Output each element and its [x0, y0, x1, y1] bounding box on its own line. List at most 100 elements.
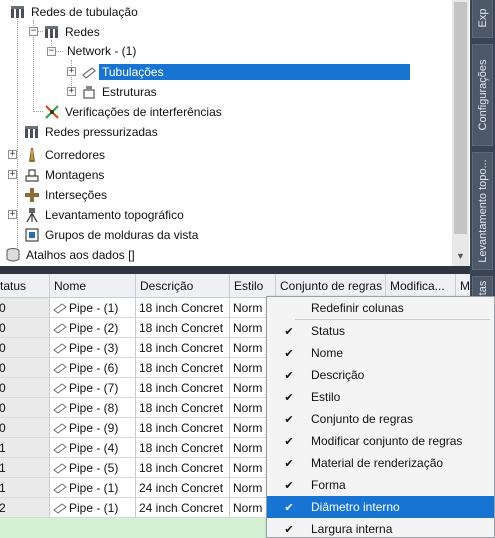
- menu-item-1[interactable]: ✔ Status: [267, 320, 494, 342]
- tree-vertical-scrollbar[interactable]: ▼: [452, 0, 469, 266]
- cell-text: 0: [0, 381, 6, 395]
- menu-item-8[interactable]: ✔ Forma: [267, 474, 494, 496]
- tree-item-pressure-networks[interactable]: Redes pressurizadas: [24, 122, 161, 142]
- tree-item-structures[interactable]: Estruturas: [81, 82, 160, 102]
- cell-status[interactable]: 0: [0, 298, 50, 318]
- col-header-ruleset[interactable]: Conjunto de regras: [276, 274, 386, 298]
- menu-item-0[interactable]: Redefinir colunas: [267, 297, 494, 319]
- cell-text: 18 inch Concret: [139, 400, 224, 415]
- col-header-description[interactable]: Descrição: [136, 274, 230, 298]
- menu-item-10[interactable]: ✔ Largura interna: [267, 518, 494, 538]
- cell-description[interactable]: 24 inch Concret: [136, 478, 230, 498]
- scrollbar-thumb[interactable]: [454, 2, 467, 234]
- col-header-status[interactable]: tatus: [0, 274, 50, 298]
- cell-description[interactable]: 18 inch Concret: [136, 438, 230, 458]
- cell-description[interactable]: 18 inch Concret: [136, 358, 230, 378]
- scroll-down-arrow-icon[interactable]: ▼: [452, 248, 469, 264]
- cell-name[interactable]: Pipe - (2): [50, 318, 136, 338]
- col-header-style[interactable]: Estilo: [230, 274, 276, 298]
- tree-item-intersections[interactable]: Interseções: [24, 185, 110, 205]
- expand-toggle[interactable]: +: [8, 150, 17, 159]
- tree-item-corridors[interactable]: Corredores: [24, 145, 108, 165]
- expand-toggle[interactable]: +: [8, 210, 17, 219]
- cell-name[interactable]: Pipe - (8): [50, 398, 136, 418]
- tree-item-networks[interactable]: Redes: [44, 22, 103, 42]
- cell-name[interactable]: Pipe - (1): [50, 298, 136, 318]
- menu-item-9[interactable]: ✔ Diâmetro interno: [267, 496, 494, 518]
- cell-status[interactable]: 1: [0, 478, 50, 498]
- cell-name[interactable]: Pipe - (1): [50, 498, 136, 518]
- tree-item-interference-checks[interactable]: Verificações de interferências: [44, 102, 225, 122]
- tree-item-label: Corredores: [45, 148, 106, 162]
- tree-item-label: Atalhos aos dados []: [26, 248, 135, 262]
- expand-toggle[interactable]: +: [8, 170, 17, 179]
- cell-status[interactable]: 1: [0, 438, 50, 458]
- pipe-icon: [53, 482, 67, 494]
- tree-item-survey[interactable]: Levantamento topográfico: [24, 205, 187, 225]
- cell-text: Norm: [233, 320, 263, 335]
- collapse-toggle[interactable]: −: [29, 27, 38, 36]
- cell-status[interactable]: 0: [0, 318, 50, 338]
- cell-name[interactable]: Pipe - (5): [50, 458, 136, 478]
- cell-text: Pipe - (4): [69, 440, 119, 455]
- collapse-toggle[interactable]: −: [47, 47, 56, 56]
- cell-name[interactable]: Pipe - (7): [50, 378, 136, 398]
- cell-status[interactable]: 2: [0, 498, 50, 518]
- tree-item-assemblies[interactable]: Montagens: [24, 165, 107, 185]
- tab-levantamento[interactable]: Levantamento topo...: [472, 152, 493, 270]
- cell-text: 24 inch Concret: [139, 480, 224, 495]
- cell-name[interactable]: Pipe - (4): [50, 438, 136, 458]
- cell-status[interactable]: 0: [0, 338, 50, 358]
- cell-name[interactable]: Pipe - (1): [50, 478, 136, 498]
- checkmark-icon: ✔: [284, 479, 294, 492]
- menu-item-2[interactable]: ✔ Nome: [267, 342, 494, 364]
- menu-item-3[interactable]: ✔ Descrição: [267, 364, 494, 386]
- cell-description[interactable]: 18 inch Concret: [136, 318, 230, 338]
- menu-item-7[interactable]: ✔ Material de renderização: [267, 452, 494, 474]
- cell-text: 18 inch Concret: [139, 420, 224, 435]
- cell-description[interactable]: 18 inch Concret: [136, 338, 230, 358]
- cell-text: Pipe - (9): [69, 420, 119, 435]
- col-header-name[interactable]: Nome: [50, 274, 136, 298]
- col-header-m[interactable]: M: [456, 274, 470, 298]
- cell-status[interactable]: 0: [0, 418, 50, 438]
- tree-item-network-1[interactable]: Network - (1): [64, 41, 139, 61]
- cell-description[interactable]: 18 inch Concret: [136, 458, 230, 478]
- column-context-menu[interactable]: Redefinir colunas ✔ Status ✔ Nome ✔ Descrição ✔…: [266, 296, 495, 538]
- expand-toggle[interactable]: +: [67, 87, 76, 96]
- col-header-label: Nome: [54, 278, 87, 293]
- menu-item-6[interactable]: ✔ Modificar conjunto de regras: [267, 430, 494, 452]
- col-header-modify[interactable]: Modifica...: [386, 274, 456, 298]
- tab-exp[interactable]: Exp: [472, 0, 493, 38]
- cell-status[interactable]: 0: [0, 398, 50, 418]
- cell-status[interactable]: 0: [0, 358, 50, 378]
- cell-description[interactable]: 18 inch Concret: [136, 298, 230, 318]
- tree-item-view-frame-groups[interactable]: Grupos de molduras da vista: [24, 225, 201, 245]
- cell-text: 24 inch Concret: [139, 500, 224, 515]
- menu-separator: [295, 319, 490, 320]
- pressure-network-icon: [24, 124, 40, 140]
- cell-text: Norm: [233, 380, 263, 395]
- menu-item-label: Largura interna: [311, 522, 393, 536]
- cell-description[interactable]: 18 inch Concret: [136, 398, 230, 418]
- panel-splitter[interactable]: [0, 266, 470, 274]
- cell-name[interactable]: Pipe - (6): [50, 358, 136, 378]
- menu-item-4[interactable]: ✔ Estilo: [267, 386, 494, 408]
- prospector-tree[interactable]: Redes de tubulação − Redes − Network - (…: [0, 0, 470, 266]
- cell-description[interactable]: 18 inch Concret: [136, 378, 230, 398]
- expand-toggle[interactable]: +: [67, 67, 76, 76]
- tree-item-data-shortcuts[interactable]: Atalhos aos dados []: [5, 245, 138, 265]
- tree-item-pipes[interactable]: Tubulações: [81, 62, 410, 82]
- cell-description[interactable]: 18 inch Concret: [136, 418, 230, 438]
- tab-configuracoes[interactable]: Configurações: [472, 44, 493, 146]
- intersection-icon: [24, 187, 40, 203]
- cell-status[interactable]: 0: [0, 378, 50, 398]
- tree-item-pipe-networks[interactable]: Redes de tubulação: [10, 2, 141, 22]
- cell-text: 0: [0, 361, 6, 375]
- col-header-label: Descrição: [140, 278, 194, 293]
- cell-status[interactable]: 1: [0, 458, 50, 478]
- cell-name[interactable]: Pipe - (9): [50, 418, 136, 438]
- cell-name[interactable]: Pipe - (3): [50, 338, 136, 358]
- menu-item-5[interactable]: ✔ Conjunto de regras: [267, 408, 494, 430]
- cell-description[interactable]: 24 inch Concret: [136, 498, 230, 518]
